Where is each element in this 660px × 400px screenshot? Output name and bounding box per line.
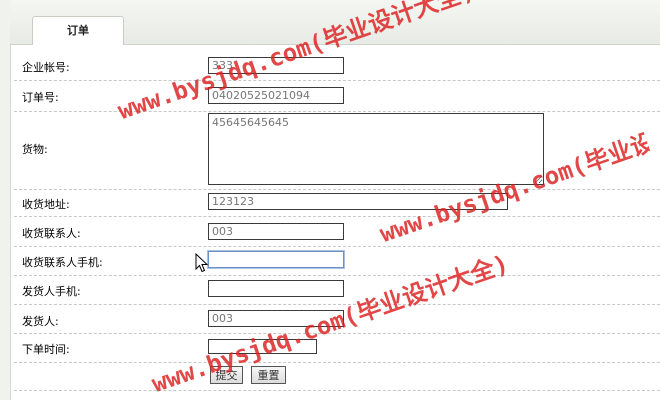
order-form: 企业帐号: 订单号: 货物: 45645645645 收货地址: 收货联系人: … (14, 50, 660, 400)
company-account-input[interactable] (208, 57, 344, 74)
receiver-phone-label: 收货联系人手机: (22, 256, 103, 269)
sender-input[interactable] (208, 310, 344, 327)
form-row-receiver-phone: 收货联系人手机: (14, 246, 660, 276)
tab-bar: 订单 (10, 0, 660, 45)
order-no-input[interactable] (208, 87, 344, 104)
reset-button[interactable]: 重置 (251, 366, 286, 384)
form-row-order-time: 下单时间: (14, 333, 660, 363)
sender-phone-input[interactable] (208, 280, 344, 297)
form-row-sender-phone: 发货人手机: (14, 275, 660, 305)
submit-button[interactable]: 提交 (210, 366, 243, 384)
left-frame-edge (0, 0, 11, 400)
company-account-label: 企业帐号: (22, 61, 70, 74)
order-no-label: 订单号: (22, 91, 59, 104)
sender-phone-label: 发货人手机: (22, 285, 81, 298)
form-row-receiver: 收货联系人: (14, 216, 660, 247)
form-row-ship-address: 收货地址: (14, 189, 660, 217)
goods-label: 货物: (22, 143, 48, 156)
form-row-actions: 提交 重置 (14, 362, 660, 391)
receiver-label: 收货联系人: (22, 227, 81, 240)
form-row-order-no: 订单号: (14, 80, 660, 112)
form-row-goods: 货物: 45645645645 (14, 111, 660, 190)
ship-address-label: 收货地址: (22, 198, 70, 211)
goods-textarea[interactable]: 45645645645 (208, 113, 544, 185)
mouse-cursor-icon (195, 253, 209, 273)
sender-label: 发货人: (22, 315, 59, 328)
order-time-label: 下单时间: (22, 343, 70, 356)
form-row-sender: 发货人: (14, 304, 660, 334)
receiver-input[interactable] (208, 223, 344, 240)
receiver-phone-input[interactable] (208, 251, 344, 268)
tab-order[interactable]: 订单 (32, 16, 124, 45)
ship-address-input[interactable] (208, 193, 508, 210)
order-time-input[interactable] (208, 339, 317, 354)
form-row-company-account: 企业帐号: (14, 50, 660, 81)
